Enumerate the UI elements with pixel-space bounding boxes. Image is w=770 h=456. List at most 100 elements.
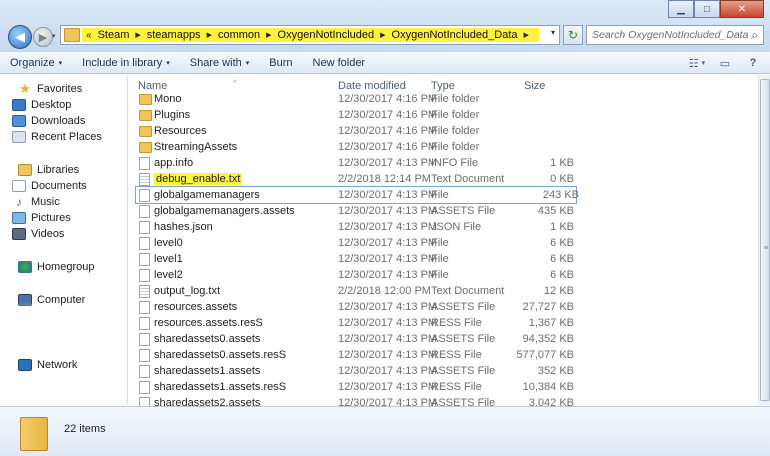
- search-input[interactable]: Search OxygenNotIncluded_Data: [592, 29, 748, 41]
- file-type: INFO File: [431, 157, 479, 169]
- file-name: level0: [154, 237, 183, 249]
- file-name: sharedassets1.assets: [154, 365, 261, 377]
- file-type: RESS File: [431, 349, 482, 361]
- file-size: 6 KB: [550, 269, 574, 281]
- sidebar-item-computer[interactable]: Computer: [18, 294, 85, 306]
- file-row[interactable]: Mono 12/30/2017 4:16 PM File folder: [129, 91, 758, 107]
- file-name: resources.assets.resS: [154, 317, 263, 329]
- address-dropdown-icon[interactable]: ▾: [551, 28, 555, 37]
- file-row[interactable]: globalgamemanagers.assets 12/30/2017 4:13…: [129, 203, 758, 219]
- sidebar-item-music[interactable]: ♪ Music: [12, 196, 60, 208]
- file-row[interactable]: Resources 12/30/2017 4:16 PM File folder: [129, 123, 758, 139]
- file-row[interactable]: debug_enable.txt 2/2/2018 12:14 PM Text Do…: [129, 171, 758, 187]
- include-in-library-label: Include in library: [82, 56, 163, 69]
- breadcrumb-common[interactable]: common: [218, 29, 260, 41]
- sidebar-item-favorites[interactable]: ★ Favorites: [18, 82, 82, 95]
- preview-pane-button[interactable]: ▭: [714, 54, 736, 72]
- folder-icon: [20, 417, 48, 451]
- breadcrumb-oxygennotincluded[interactable]: OxygenNotIncluded: [278, 29, 375, 41]
- file-row[interactable]: sharedassets1.assets.resS 12/30/2017 4:13…: [129, 379, 758, 395]
- address-bar[interactable]: « Steam ▶ steamapps ▶ common ▶ OxygenNot…: [60, 25, 560, 45]
- file-row[interactable]: Plugins 12/30/2017 4:16 PM File folder: [129, 107, 758, 123]
- file-row[interactable]: app.info 12/30/2017 4:13 PM INFO File 1 KB: [129, 155, 758, 171]
- file-row[interactable]: StreamingAssets 12/30/2017 4:16 PM File fo…: [129, 139, 758, 155]
- refresh-icon: ↻: [567, 28, 579, 42]
- sidebar-label: Computer: [37, 294, 86, 306]
- breadcrumb-separator-icon[interactable]: ▶: [266, 31, 271, 39]
- breadcrumb-separator-icon[interactable]: ▶: [207, 31, 212, 39]
- sidebar-item-homegroup[interactable]: Homegroup: [18, 261, 94, 273]
- file-row[interactable]: resources.assets 12/30/2017 4:13 PM ASSETS…: [129, 299, 758, 315]
- file-row[interactable]: level0 12/30/2017 4:13 PM File 6 KB: [129, 235, 758, 251]
- breadcrumb-separator-icon[interactable]: ▶: [135, 31, 140, 39]
- file-date-modified: 12/30/2017 4:13 PM: [338, 301, 438, 313]
- details-pane: 22 items: [0, 406, 770, 456]
- file-row[interactable]: sharedassets0.assets 12/30/2017 4:13 PM AS…: [129, 331, 758, 347]
- file-icon: [139, 205, 150, 218]
- file-date-modified: 12/30/2017 4:16 PM: [338, 93, 438, 105]
- breadcrumb-oxygennotincluded-data[interactable]: OxygenNotIncluded_Data: [392, 29, 518, 41]
- sidebar-label: Documents: [31, 180, 87, 192]
- new-folder-button[interactable]: New folder: [303, 57, 376, 69]
- redacted-region: [2, 312, 114, 332]
- breadcrumb-separator-icon[interactable]: ▶: [380, 31, 385, 39]
- file-type: ASSETS File: [431, 365, 496, 377]
- sidebar-item-downloads[interactable]: Downloads: [12, 115, 85, 127]
- file-type: ASSETS File: [431, 205, 496, 217]
- file-icon: [139, 381, 150, 394]
- file-size: 352 KB: [537, 365, 574, 377]
- breadcrumb-separator-icon[interactable]: ▶: [524, 31, 529, 39]
- overflow-chevron-icon[interactable]: «: [86, 30, 92, 41]
- file-type: File: [431, 237, 449, 249]
- file-row[interactable]: hashes.json 12/30/2017 4:13 PM JSON File 1 …: [129, 219, 758, 235]
- sidebar-item-videos[interactable]: Videos: [12, 228, 64, 240]
- file-date-modified: 12/30/2017 4:16 PM: [338, 109, 438, 121]
- file-size: 1 KB: [550, 157, 574, 169]
- close-button[interactable]: ✕: [720, 0, 764, 18]
- minimize-button[interactable]: ▁: [668, 0, 694, 18]
- refresh-button[interactable]: ↻: [563, 25, 583, 45]
- sidebar-item-libraries[interactable]: Libraries: [18, 164, 79, 176]
- burn-button[interactable]: Burn: [259, 57, 302, 69]
- breadcrumb-steam[interactable]: Steam: [98, 29, 130, 41]
- search-icon[interactable]: ⌕: [751, 28, 758, 43]
- file-row[interactable]: output_log.txt 2/2/2018 12:00 PM Text Docu…: [129, 283, 758, 299]
- maximize-button[interactable]: □: [694, 0, 720, 18]
- folder-icon: [64, 28, 80, 42]
- sidebar-item-network[interactable]: Network: [18, 359, 77, 371]
- explorer-window: ▁ □ ✕ ◀ ▶ ▾ « Steam ▶ steamapps ▶ common…: [0, 0, 770, 456]
- file-name: Plugins: [154, 109, 191, 121]
- vertical-scrollbar[interactable]: ≡: [758, 75, 770, 405]
- search-box[interactable]: Search OxygenNotIncluded_Data ⌕: [586, 25, 764, 45]
- sidebar-item-desktop[interactable]: Desktop: [12, 99, 71, 111]
- file-row[interactable]: globalgamemanagers 12/30/2017 4:13 PM File…: [135, 186, 579, 204]
- sidebar-item-recent-places[interactable]: Recent Places: [12, 131, 102, 143]
- sidebar-label: Desktop: [31, 99, 72, 111]
- back-button[interactable]: ◀: [8, 25, 32, 49]
- organize-button[interactable]: Organize ▾: [0, 57, 72, 69]
- chevron-down-icon: ▾: [701, 60, 706, 67]
- file-name: level2: [154, 269, 183, 281]
- breadcrumb-steamapps[interactable]: steamapps: [147, 29, 201, 41]
- sidebar-item-pictures[interactable]: Pictures: [12, 212, 71, 224]
- scrollbar-thumb[interactable]: ≡: [760, 79, 770, 401]
- file-row[interactable]: level1 12/30/2017 4:13 PM File 6 KB: [129, 251, 758, 267]
- help-button[interactable]: ?: [742, 54, 764, 72]
- sidebar-label: Recent Places: [31, 131, 102, 143]
- sidebar-item-documents[interactable]: Documents: [12, 180, 87, 192]
- change-view-button[interactable]: ☷ ▾: [686, 54, 708, 72]
- file-row[interactable]: sharedassets1.assets 12/30/2017 4:13 PM AS…: [129, 363, 758, 379]
- file-name: globalgamemanagers: [154, 189, 260, 201]
- file-list: Name ^ Date modified Type Size Mono 12/30…: [129, 75, 758, 410]
- recent-pages-dropdown[interactable]: ▾: [52, 32, 56, 40]
- chevron-down-icon: ▾: [58, 59, 63, 67]
- share-with-button[interactable]: Share with ▾: [180, 57, 260, 69]
- file-row[interactable]: level2 12/30/2017 4:13 PM File 6 KB: [129, 267, 758, 283]
- file-type: File folder: [431, 125, 480, 137]
- include-in-library-button[interactable]: Include in library ▾: [72, 57, 180, 69]
- file-date-modified: 12/30/2017 4:13 PM: [338, 157, 438, 169]
- file-date-modified: 12/30/2017 4:13 PM: [338, 221, 438, 233]
- forward-button[interactable]: ▶: [33, 27, 53, 47]
- file-row[interactable]: sharedassets0.assets.resS 12/30/2017 4:13…: [129, 347, 758, 363]
- file-row[interactable]: resources.assets.resS 12/30/2017 4:13 PM R…: [129, 315, 758, 331]
